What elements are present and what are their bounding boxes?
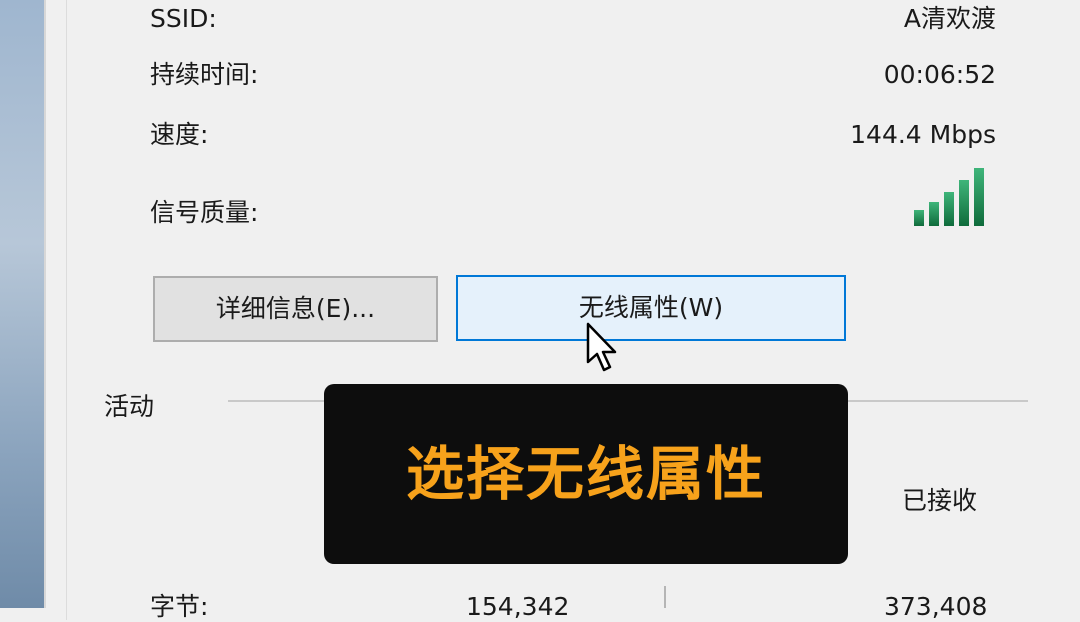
received-label: 已接收 xyxy=(902,486,978,515)
mouse-pointer-icon xyxy=(586,322,617,372)
activity-column-divider xyxy=(664,586,666,608)
bytes-received-value: 373,408 xyxy=(884,592,988,621)
wifi-signal-bars-icon xyxy=(914,168,984,226)
wireless-properties-button[interactable]: 无线属性(W) xyxy=(456,275,846,341)
speed-label: 速度: xyxy=(150,120,209,149)
bytes-sent-value: 154,342 xyxy=(466,592,570,621)
tutorial-caption-overlay: 选择无线属性 xyxy=(324,384,848,564)
desktop-background-strip xyxy=(0,0,44,608)
speed-value: 144.4 Mbps xyxy=(850,120,996,149)
duration-label: 持续时间: xyxy=(150,60,259,89)
duration-value: 00:06:52 xyxy=(883,60,996,89)
activity-section-label: 活动 xyxy=(104,392,155,421)
signal-quality-label: 信号质量: xyxy=(150,198,259,227)
ssid-value: A清欢渡 xyxy=(903,4,996,33)
details-button[interactable]: 详细信息(E)... xyxy=(153,276,438,342)
bytes-label: 字节: xyxy=(150,592,209,621)
ssid-label: SSID: xyxy=(150,4,217,33)
